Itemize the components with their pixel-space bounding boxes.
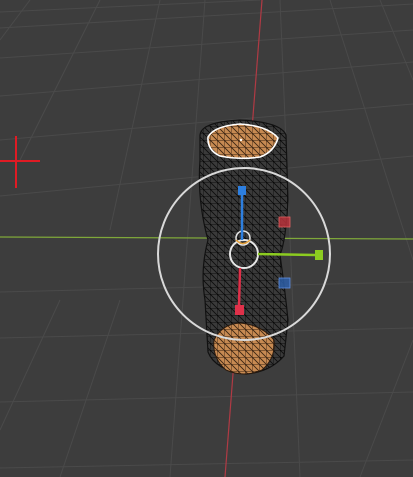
gizmo-y-handle[interactable]: [235, 305, 244, 315]
gizmo-y-axis-line: [237, 267, 242, 307]
3d-cursor-icon[interactable]: [0, 136, 40, 188]
gizmo-plane-xy-handle[interactable]: [278, 277, 291, 289]
mesh-object[interactable]: [198, 119, 289, 375]
gizmo-x-handle[interactable]: [315, 250, 323, 260]
x-axis-line: [0, 236, 413, 240]
gizmo-z-handle[interactable]: [238, 186, 246, 195]
gizmo-plane-xz-handle[interactable]: [278, 216, 291, 228]
viewport-canvas[interactable]: [0, 0, 413, 477]
gizmo-x-axis-line: [257, 252, 316, 257]
3d-viewport[interactable]: [0, 0, 413, 477]
